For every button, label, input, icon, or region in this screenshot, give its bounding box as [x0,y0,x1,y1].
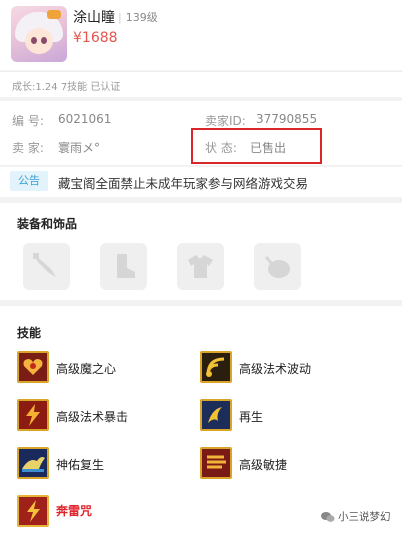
spell-wave-icon[interactable] [200,351,232,383]
pet-header: 涂山瞳 | 139级 ¥1688 [0,0,402,70]
serial-value: 6021061 [58,112,112,126]
thunder-icon[interactable] [17,495,49,527]
armor-slot-icon[interactable] [177,243,224,290]
skill-label-special: 奔雷咒 [56,504,93,518]
skills-title: 技能 [17,326,42,340]
skill-label: 高级法术波动 [239,362,312,376]
wechat-icon [321,512,335,522]
pet-level: | 139级 [118,9,158,25]
growth-text: 成长:1.24 7技能 已认证 [12,82,121,93]
pet-name: 涂山瞳 [73,10,115,26]
status-highlight-box [191,128,322,164]
pet-avatar[interactable] [11,6,67,62]
magic-heart-icon[interactable] [17,351,49,383]
separator: | [118,11,122,24]
growth-row: 成长:1.24 7技能 已认证 [0,71,402,97]
skill-label: 高级敏捷 [239,458,288,472]
boots-slot-icon[interactable] [100,243,147,290]
pet-level-value: 139级 [125,11,158,24]
weapon-slot-icon[interactable] [23,243,70,290]
equipment-title: 装备和饰品 [17,217,78,231]
skill-label: 神佑复生 [56,458,105,472]
skills-section: 技能 高级魔之心 高级法术波动 高级法术暴击 再生 神佑复生 高级敏捷 奔雷咒 [0,306,402,536]
notice-text: 藏宝阁全面禁止未成年玩家参与网络游戏交易 [58,176,309,191]
seller-id-value: 37790855 [256,112,318,126]
seller-label: 卖 家: [12,141,44,155]
regen-icon[interactable] [200,399,232,431]
skill-label: 再生 [239,410,264,424]
spell-crit-icon[interactable] [17,399,49,431]
skill-label: 高级法术暴击 [56,410,129,424]
serial-label: 编 号: [12,114,44,128]
equipment-section: 装备和饰品 [0,203,402,300]
watermark-text: 小三说梦幻 [338,511,391,523]
price: ¥1688 [73,30,118,46]
skill-label: 高级魔之心 [56,362,117,376]
agility-icon[interactable] [200,447,232,479]
seller-id-label: 卖家ID: [205,114,246,128]
notice-bar[interactable]: 公告 藏宝阁全面禁止未成年玩家参与网络游戏交易 [0,167,402,197]
divine-revive-icon[interactable] [17,447,49,479]
accessory-slot-icon[interactable] [254,243,301,290]
notice-tag: 公告 [10,171,48,191]
seller-value[interactable]: 寰雨メ° [58,139,100,156]
